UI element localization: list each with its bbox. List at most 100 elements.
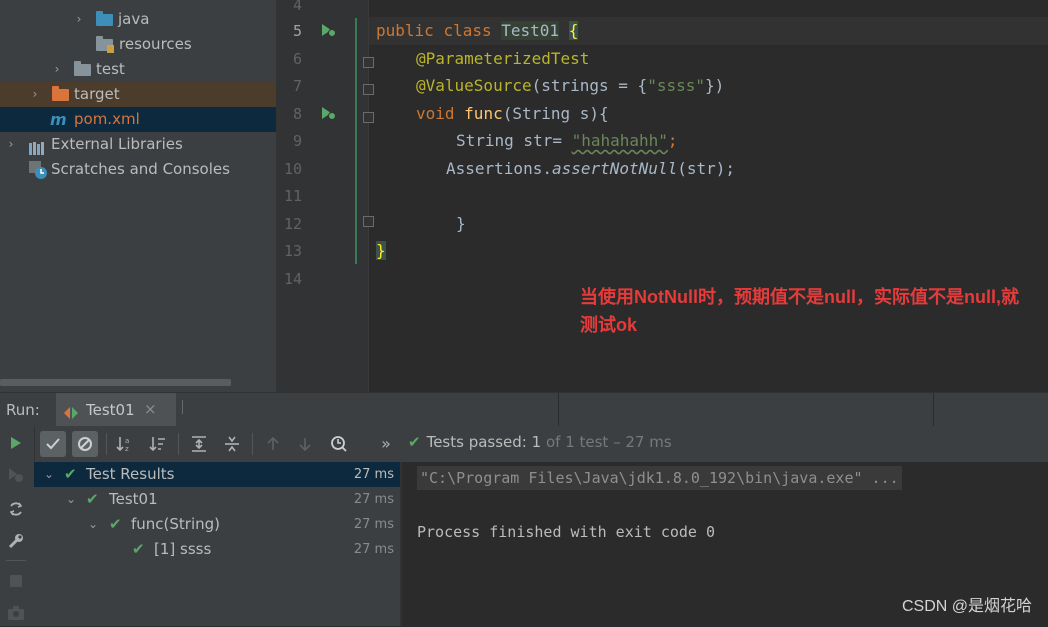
string-literal: "hahahahh" [571, 131, 668, 150]
tree-item-label: target [74, 85, 120, 103]
tree-item-label: External Libraries [51, 135, 183, 153]
wrench-icon[interactable] [5, 530, 27, 552]
console-command-line[interactable]: "C:\Program Files\Java\jdk1.8.0_192\bin\… [417, 466, 902, 490]
folder-icon [74, 61, 91, 76]
run-test-icon[interactable] [320, 22, 336, 38]
result-row-func[interactable]: ⌄ ✔ func(String) 27 ms [34, 512, 400, 537]
run-test-icon[interactable] [320, 105, 336, 121]
result-row-case-1[interactable]: ✔ [1] ssss 27 ms [34, 537, 400, 562]
tree-item-java[interactable]: › java [0, 7, 276, 32]
code-line-8: void func(String s){ [416, 100, 609, 128]
tree-item-pom[interactable]: m pom.xml [0, 107, 276, 132]
tree-item-label: test [96, 60, 125, 78]
line-number: 6 [292, 50, 302, 68]
chevron-right-icon[interactable]: › [50, 57, 64, 82]
code-line-10: Assertions.assertNotNull(str); [446, 155, 735, 183]
fold-marker-icon[interactable] [363, 216, 374, 227]
chevron-right-icon[interactable]: › [28, 82, 42, 107]
toggle-auto-test-icon[interactable] [5, 498, 27, 520]
line-number: 8 [292, 105, 302, 123]
tree-item-label: Scratches and Consoles [51, 160, 230, 178]
line-number: 12 [283, 215, 302, 233]
line-number: 14 [283, 270, 302, 288]
divider [558, 393, 559, 427]
line-number: 11 [283, 187, 302, 205]
toolbar-separator [106, 433, 107, 455]
run-tool-window-header: Run: Test01 × [0, 392, 1048, 427]
fold-marker-icon[interactable] [363, 57, 374, 68]
tree-item-test[interactable]: › test [0, 57, 276, 82]
collapse-all-icon[interactable] [219, 431, 245, 457]
line-number: 7 [292, 77, 302, 95]
toolbar-separator [252, 433, 253, 455]
result-time: 27 ms [353, 542, 394, 557]
check-icon: ✔ [109, 515, 122, 533]
brace: } [456, 214, 466, 233]
status-prefix: Tests passed: [426, 433, 527, 451]
result-row-test01[interactable]: ⌄ ✔ Test01 27 ms [34, 487, 400, 512]
show-ignored-button[interactable] [72, 431, 98, 457]
method-name: func [464, 104, 503, 123]
result-time: 27 ms [353, 467, 394, 482]
result-time: 27 ms [353, 517, 394, 532]
horizontal-scrollbar[interactable] [0, 379, 231, 386]
stop-icon[interactable] [5, 570, 27, 592]
show-passed-button[interactable] [40, 431, 66, 457]
code-line-9: String str= "hahahahh"; [456, 127, 678, 155]
result-label: Test01 [109, 490, 158, 508]
tree-item-external-libraries[interactable]: › External Libraries [0, 132, 276, 157]
chevron-down-icon[interactable]: ⌄ [44, 462, 54, 487]
check-icon: ✔ [64, 465, 77, 483]
line-number: 5 [292, 22, 302, 40]
rerun-failed-icon[interactable] [5, 464, 27, 486]
more-actions-button[interactable]: » [376, 431, 396, 457]
code-line-13: } [376, 237, 386, 265]
code-text: String str= [456, 131, 572, 150]
code-text: }) [704, 76, 725, 95]
resources-badge-icon [107, 45, 114, 53]
code-text: (str); [677, 159, 735, 178]
close-icon[interactable]: × [144, 400, 157, 418]
rerun-icon[interactable] [5, 432, 27, 454]
code-text: Assertions. [446, 159, 552, 178]
previous-failed-icon[interactable] [260, 431, 286, 457]
chevron-right-icon[interactable]: › [4, 132, 18, 157]
chevron-down-icon[interactable]: ⌄ [88, 512, 98, 537]
folder-icon [96, 11, 113, 26]
method-call: assertNotNull [551, 159, 678, 178]
svg-text:z: z [125, 445, 129, 453]
indent-guide [355, 18, 357, 264]
keyword: public [376, 21, 434, 40]
run-tab-label: Test01 [86, 401, 135, 419]
result-row-test-results[interactable]: ⌄ ✔ Test Results 27 ms [34, 462, 400, 487]
result-time: 27 ms [353, 492, 394, 507]
camera-icon[interactable] [5, 602, 27, 624]
tree-item-resources[interactable]: resources [0, 32, 276, 57]
run-tab-test01[interactable]: Test01 × [56, 393, 176, 427]
sort-alphabetically-icon[interactable]: az [112, 431, 138, 457]
chevron-down-icon[interactable]: ⌄ [66, 487, 76, 512]
status-count: 1 [531, 433, 542, 451]
libraries-icon [29, 138, 47, 155]
divider [6, 560, 26, 561]
line-number: 10 [283, 160, 302, 178]
tree-item-label: resources [119, 35, 192, 53]
brace: } [376, 241, 386, 260]
tree-item-scratches[interactable]: Scratches and Consoles [0, 157, 276, 182]
fold-marker-icon[interactable] [363, 84, 374, 95]
expand-all-icon[interactable] [186, 431, 212, 457]
string-literal: "ssss" [647, 76, 705, 95]
next-failed-icon[interactable] [292, 431, 318, 457]
tree-item-label: pom.xml [74, 110, 140, 128]
tests-passed-status: ✔ Tests passed: 1 of 1 test – 27 ms [408, 433, 672, 451]
keyword: void [416, 104, 455, 123]
code-line-12: } [456, 210, 466, 238]
test-history-icon[interactable] [326, 431, 352, 457]
code-text: (String s){ [502, 104, 609, 123]
line-number: 9 [292, 132, 302, 150]
sort-by-duration-icon[interactable] [145, 431, 171, 457]
chevron-right-icon[interactable]: › [72, 7, 86, 32]
line-number: 13 [283, 242, 302, 260]
fold-marker-icon[interactable] [363, 112, 374, 123]
tree-item-target[interactable]: › target [0, 82, 276, 107]
